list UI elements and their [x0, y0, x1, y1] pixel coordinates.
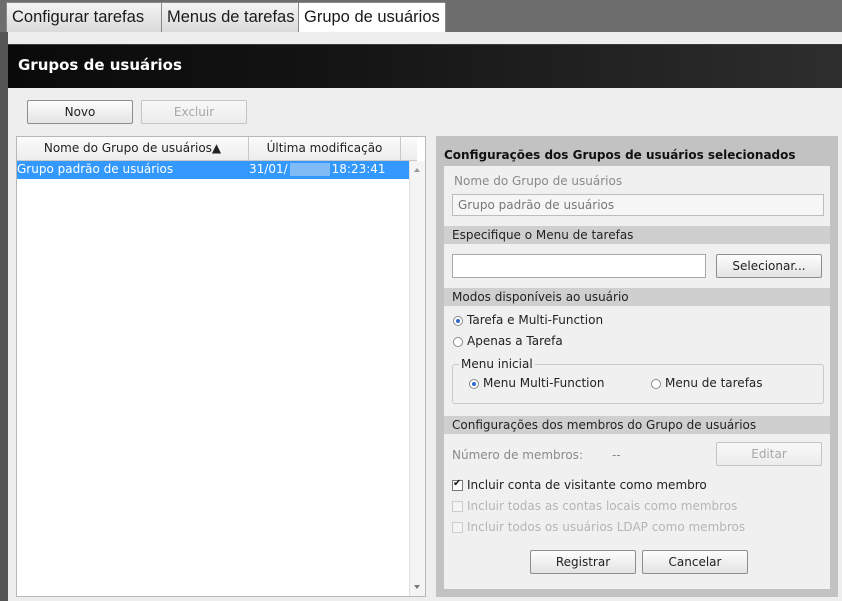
include-ldap-label: Incluir todos os usuários LDAP como memb…	[467, 520, 746, 534]
row-date: 31/01/	[249, 162, 288, 176]
main-frame: Grupos de usuários Novo Excluir Nome do …	[8, 32, 842, 601]
member-count-value: --	[612, 448, 621, 462]
select-button[interactable]: Selecionar...	[716, 254, 822, 278]
row-time: 18:23:41	[331, 162, 386, 176]
include-local-checkbox[interactable]	[452, 501, 463, 512]
details-panel: Configurações dos Grupos de usuários sel…	[436, 136, 838, 597]
members-section: Configurações dos membros do Grupo de us…	[444, 416, 830, 434]
row-modified: 31/01/18:23:41	[249, 161, 386, 178]
group-name-field[interactable]: Grupo padrão de usuários	[452, 194, 824, 216]
tab-user-groups[interactable]: Grupo de usuários	[298, 2, 446, 32]
cancel-button[interactable]: Cancelar	[642, 550, 748, 574]
page-title: Grupos de usuários	[18, 56, 182, 74]
initial-menu-tasks-label[interactable]: Menu de tarefas	[665, 376, 763, 390]
edit-button[interactable]: Editar	[716, 442, 822, 466]
scroll-up-icon[interactable]	[414, 168, 420, 172]
initial-menu-multifunction-label[interactable]: Menu Multi-Function	[483, 376, 604, 390]
task-menu-section: Especifique o Menu de tarefas	[444, 226, 830, 244]
delete-button[interactable]: Excluir	[141, 100, 247, 124]
user-group-list[interactable]: Nome do Grupo de usuários▲ Última modifi…	[16, 136, 426, 597]
details-title: Configurações dos Grupos de usuários sel…	[444, 148, 796, 162]
mode-task-only-radio[interactable]	[453, 337, 463, 347]
include-visitor-label[interactable]: Incluir conta de visitante como membro	[467, 478, 707, 492]
mode-task-multifunction-radio[interactable]	[453, 316, 463, 326]
tab-bar: Configurar tarefas Menus de tarefas Grup…	[0, 0, 842, 32]
tab-task-menus[interactable]: Menus de tarefas	[161, 2, 299, 32]
initial-menu-group: Menu inicial Menu Multi-Function Menu de…	[452, 357, 824, 404]
list-header: Nome do Grupo de usuários▲ Última modifi…	[17, 137, 417, 161]
group-name-label: Nome do Grupo de usuários	[454, 174, 623, 188]
tab-configure-tasks[interactable]: Configurar tarefas	[6, 2, 162, 32]
redacted-block	[289, 163, 330, 176]
table-row[interactable]: Grupo padrão de usuários 31/01/18:23:41	[17, 161, 417, 179]
initial-menu-multifunction-radio[interactable]	[469, 379, 479, 389]
column-header-modified[interactable]: Última modificação	[249, 137, 401, 160]
initial-menu-legend: Menu inicial	[459, 357, 535, 371]
mode-task-only-label[interactable]: Apenas a Tarefa	[467, 334, 563, 348]
modes-section-label: Modos disponíveis ao usuário	[452, 290, 629, 304]
include-local-label: Incluir todas as contas locais como memb…	[467, 499, 738, 513]
column-header-name[interactable]: Nome do Grupo de usuários▲	[17, 137, 249, 160]
task-menu-field[interactable]	[452, 254, 706, 278]
modes-section: Modos disponíveis ao usuário	[444, 288, 830, 306]
member-count-label: Número de membros:	[452, 448, 583, 462]
register-button[interactable]: Registrar	[530, 550, 636, 574]
task-menu-section-label: Especifique o Menu de tarefas	[452, 228, 634, 242]
include-ldap-checkbox[interactable]	[452, 522, 463, 533]
scroll-down-icon[interactable]	[414, 585, 420, 589]
title-bar: Grupos de usuários	[8, 44, 842, 88]
row-group-name: Grupo padrão de usuários	[17, 162, 174, 176]
list-scrollbar[interactable]	[409, 161, 425, 596]
members-section-label: Configurações dos membros do Grupo de us…	[452, 418, 757, 432]
initial-menu-tasks-radio[interactable]	[651, 379, 661, 389]
mode-task-multifunction-label[interactable]: Tarefa e Multi-Function	[467, 313, 603, 327]
include-visitor-checkbox[interactable]	[452, 478, 463, 491]
new-button[interactable]: Novo	[27, 100, 133, 124]
